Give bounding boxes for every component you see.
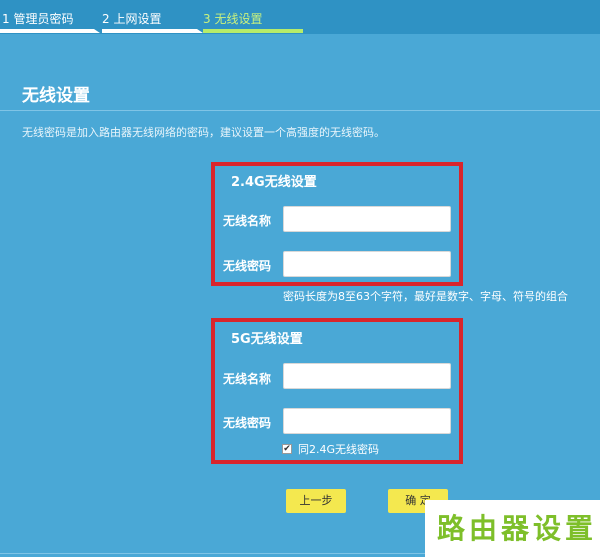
same-password-label: 同2.4G无线密码 xyxy=(298,443,380,456)
title-divider xyxy=(0,110,600,111)
bottom-divider xyxy=(0,553,425,554)
step-arrow-1 xyxy=(94,29,100,33)
step-internet-settings: 2 上网设置 xyxy=(102,12,162,26)
wifi24-name-label: 无线名称 xyxy=(223,214,272,228)
wifi5-password-input[interactable] xyxy=(283,408,451,434)
wifi5-password-label: 无线密码 xyxy=(223,416,272,430)
watermark-text: 路由器设置 xyxy=(437,512,598,545)
prev-button[interactable]: 上一步 xyxy=(286,489,346,513)
step-progress-3-active xyxy=(203,29,303,33)
wifi24-name-input[interactable] xyxy=(283,206,451,232)
step-progress-1 xyxy=(0,29,94,33)
step-progress-2 xyxy=(102,29,197,33)
wifi24-password-label: 无线密码 xyxy=(223,259,272,273)
same-password-checkbox[interactable]: ✔ xyxy=(282,444,292,454)
wifi24-password-input[interactable] xyxy=(283,251,451,277)
step-wireless-settings: 3 无线设置 xyxy=(203,12,263,26)
page-title: 无线设置 xyxy=(22,86,90,106)
wifi5-name-input[interactable] xyxy=(283,363,451,389)
password-hint: 密码长度为8至63个字符，最好是数字、字母、符号的组合 xyxy=(283,290,568,303)
wifi5-section-title: 5G无线设置 xyxy=(231,332,303,347)
wifi24-section-title: 2.4G无线设置 xyxy=(231,175,317,190)
page-description: 无线密码是加入路由器无线网络的密码，建议设置一个高强度的无线密码。 xyxy=(22,126,385,139)
wifi5-name-label: 无线名称 xyxy=(223,372,272,386)
step-admin-password: 1 管理员密码 xyxy=(2,12,74,26)
